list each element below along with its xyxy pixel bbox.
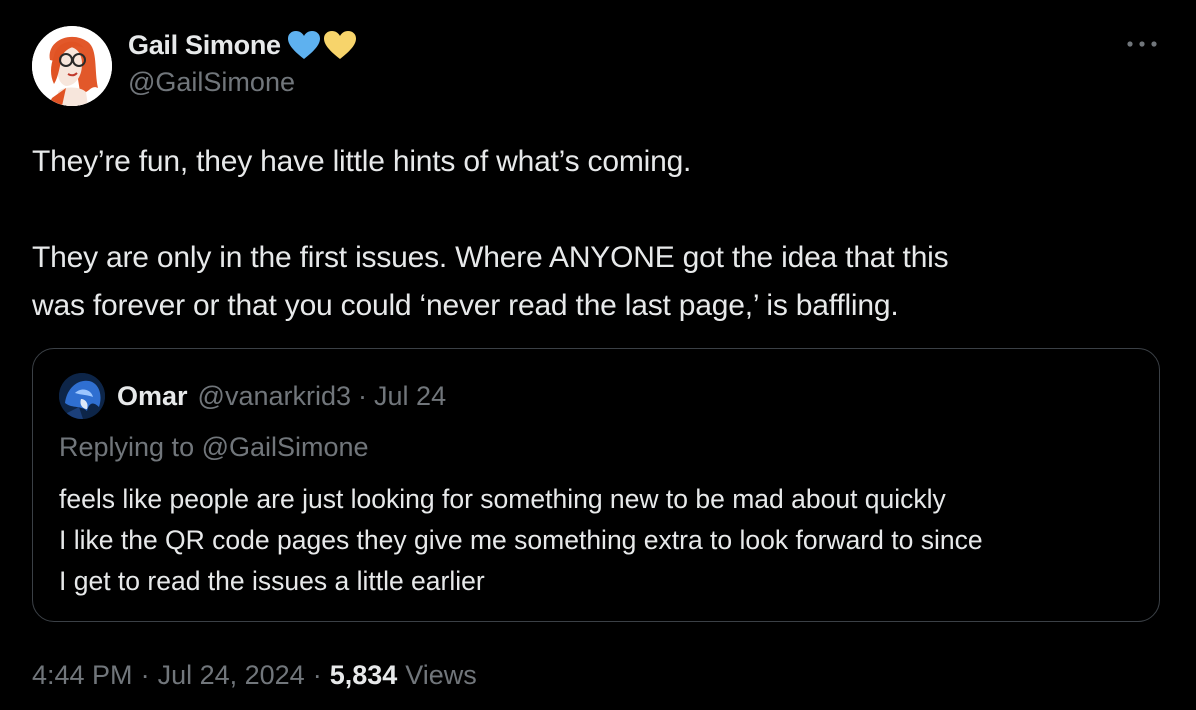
quoted-author-display-name[interactable]: Omar: [117, 381, 188, 412]
author-name-row: Gail Simone: [128, 27, 359, 63]
tweet-meta: 4:44 PM · Jul 24, 2024 · 5,834 Views: [32, 660, 477, 691]
quoted-tweet-line: I get to read the issues a little earlie…: [59, 566, 485, 596]
views-count[interactable]: 5,834: [330, 660, 398, 691]
separator-dot: ·: [358, 380, 368, 411]
author-avatar[interactable]: [32, 26, 112, 106]
quoted-tweet-line: feels like people are just looking for s…: [59, 484, 946, 514]
author-display-name[interactable]: Gail Simone: [128, 30, 281, 61]
anime-character-avatar-icon: [59, 373, 105, 419]
blue-heart-icon: [287, 31, 320, 59]
tweet-body-line: was forever or that you could ‘never rea…: [32, 289, 899, 322]
quoted-tweet-header: Omar @vanarkrid3 · Jul 24: [59, 373, 446, 419]
quoted-tweet-text: feels like people are just looking for s…: [59, 479, 983, 602]
replying-to-label: Replying to @GailSimone: [59, 432, 369, 462]
quoted-tweet-line: I like the QR code pages they give me so…: [59, 525, 983, 555]
views-label: Views: [405, 660, 477, 690]
yellow-heart-icon: [323, 31, 356, 59]
tweet-body: They’re fun, they have little hints of w…: [32, 138, 1152, 330]
quoted-author-handle[interactable]: @vanarkrid3: [198, 381, 351, 412]
tweet-date[interactable]: Jul 24, 2024: [158, 660, 305, 691]
cartoon-redhead-avatar-icon: [32, 26, 112, 106]
separator-dot: ·: [312, 660, 322, 690]
tweet: Gail Simone @GailSimone They’re fun, the…: [0, 0, 1196, 710]
quoted-tweet-date[interactable]: Jul 24: [374, 381, 446, 412]
tweet-body-line: They are only in the first issues. Where…: [32, 241, 949, 274]
separator-dot: ·: [140, 660, 150, 690]
quoted-author-avatar[interactable]: [59, 373, 105, 419]
tweet-body-line: They’re fun, they have little hints of w…: [32, 145, 692, 178]
ellipsis-icon: [1127, 41, 1157, 47]
author-handle[interactable]: @GailSimone: [128, 67, 295, 98]
quoted-tweet-card[interactable]: Omar @vanarkrid3 · Jul 24 Replying to @G…: [32, 348, 1160, 622]
more-options-button[interactable]: [1122, 28, 1162, 60]
tweet-time[interactable]: 4:44 PM: [32, 660, 133, 691]
author-badges: [287, 30, 359, 60]
